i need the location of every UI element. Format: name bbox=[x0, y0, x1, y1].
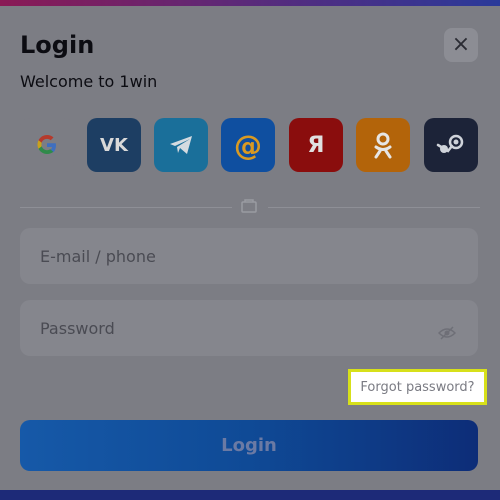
login-button[interactable]: Login bbox=[20, 420, 478, 471]
telegram-icon bbox=[170, 136, 192, 154]
close-button[interactable]: × bbox=[444, 28, 478, 62]
login-modal: Login × Welcome to 1win VK @ Я E-mail / … bbox=[0, 6, 500, 490]
odnoklassniki-icon bbox=[374, 132, 392, 159]
social-login-list: VK @ Я bbox=[20, 118, 480, 172]
email-phone-input[interactable] bbox=[20, 228, 478, 284]
odnoklassniki-login-button[interactable] bbox=[356, 118, 410, 172]
google-login-button[interactable] bbox=[20, 118, 74, 172]
bottom-accent-strip bbox=[0, 490, 500, 500]
google-icon bbox=[37, 135, 56, 154]
divider-icon bbox=[240, 199, 258, 215]
mail-at-icon: @ bbox=[234, 128, 262, 162]
steam-icon bbox=[436, 134, 464, 153]
mail-login-button[interactable]: @ bbox=[221, 118, 275, 172]
eye-icon[interactable] bbox=[438, 326, 456, 340]
password-input[interactable] bbox=[20, 300, 478, 356]
vk-icon: VK bbox=[100, 134, 128, 156]
forgot-password-link[interactable]: Forgot password? bbox=[348, 369, 487, 405]
page-title: Login bbox=[20, 31, 95, 59]
vk-login-button[interactable]: VK bbox=[87, 118, 141, 172]
telegram-login-button[interactable] bbox=[154, 118, 208, 172]
welcome-subtitle: Welcome to 1win bbox=[20, 72, 158, 91]
divider-left bbox=[20, 207, 232, 208]
yandex-icon: Я bbox=[307, 132, 325, 158]
yandex-login-button[interactable]: Я bbox=[289, 118, 343, 172]
steam-login-button[interactable] bbox=[424, 118, 478, 172]
close-icon: × bbox=[451, 32, 471, 57]
divider-right bbox=[268, 207, 480, 208]
